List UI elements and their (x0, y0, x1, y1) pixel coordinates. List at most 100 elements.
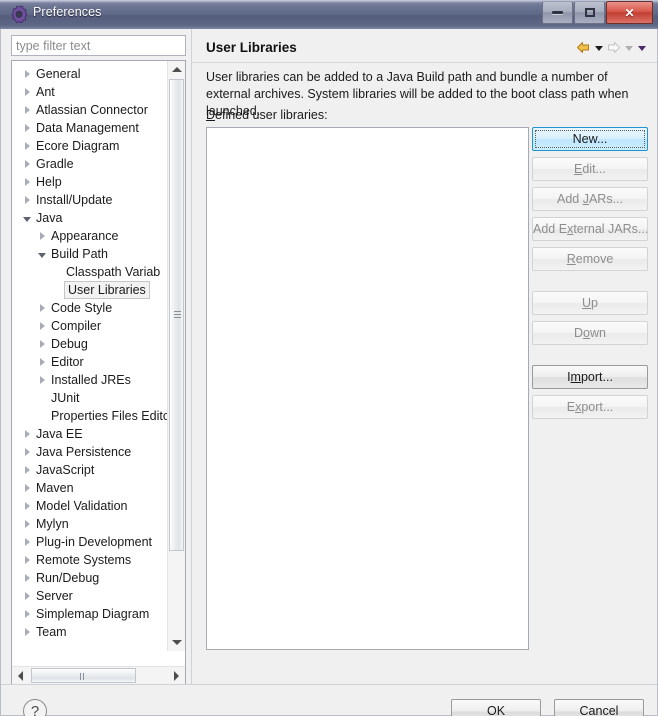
tree-item-data-management[interactable]: Data Management (12, 119, 168, 137)
tree-item-gradle[interactable]: Gradle (12, 155, 168, 173)
chevron-right-icon[interactable] (22, 137, 32, 155)
tree-item-label: Simplemap Diagram (36, 607, 150, 621)
chevron-right-icon[interactable] (22, 479, 32, 497)
chevron-right-icon[interactable] (22, 83, 32, 101)
chevron-right-icon[interactable] (22, 623, 32, 641)
chevron-right-icon[interactable] (22, 533, 32, 551)
preferences-tree[interactable]: General Ant Atlassian Connector Data Manage… (11, 60, 186, 685)
tree-item-debug[interactable]: Debug (12, 335, 168, 353)
chevron-right-icon[interactable] (22, 425, 32, 443)
defined-libraries-label: Defined user libraries: (206, 108, 328, 122)
tree-item-junit[interactable]: JUnit (12, 389, 168, 407)
chevron-right-icon[interactable] (22, 569, 32, 587)
tree-item-label: JavaScript (36, 463, 95, 477)
chevron-right-icon[interactable] (22, 461, 32, 479)
tree-item-maven[interactable]: Maven (12, 479, 168, 497)
scroll-right-button[interactable] (168, 667, 185, 684)
tree-item-properties-files-edito[interactable]: Properties Files Edito (12, 407, 168, 425)
user-libraries-list[interactable] (206, 127, 529, 650)
chevron-down-icon[interactable] (22, 209, 32, 227)
minimize-button[interactable] (542, 1, 573, 24)
view-menu-dropdown-icon[interactable] (635, 40, 648, 56)
chevron-right-icon[interactable] (22, 101, 32, 119)
new-button[interactable]: New... (532, 127, 648, 151)
tree-item-java-ee[interactable]: Java EE (12, 425, 168, 443)
button-label: Down (574, 326, 606, 340)
ok-button[interactable]: OK (451, 699, 541, 716)
tree-item-label: Mylyn (36, 517, 69, 531)
chevron-right-icon[interactable] (22, 65, 32, 83)
tree-item-help[interactable]: Help (12, 173, 168, 191)
tree-item-code-style[interactable]: Code Style (12, 299, 168, 317)
tree-item-javascript[interactable]: JavaScript (12, 461, 168, 479)
tree-item-classpath-variab[interactable]: Classpath Variab (12, 263, 168, 281)
back-dropdown-icon[interactable] (592, 40, 605, 56)
tree-item-java[interactable]: Java (12, 209, 168, 227)
tree-item-appearance[interactable]: Appearance (12, 227, 168, 245)
close-button[interactable]: ✕ (606, 1, 653, 24)
filter-input[interactable] (11, 35, 186, 56)
vertical-scroll-thumb[interactable] (169, 79, 184, 551)
tree-item-label: Model Validation (36, 499, 128, 513)
chevron-right-icon[interactable] (37, 299, 47, 317)
chevron-right-icon[interactable] (22, 497, 32, 515)
tree-item-label: Code Style (51, 301, 113, 315)
tree-item-ecore-diagram[interactable]: Ecore Diagram (12, 137, 168, 155)
chevron-right-icon[interactable] (22, 155, 32, 173)
tree-item-label: Java EE (36, 427, 83, 441)
tree-item-install-update[interactable]: Install/Update (12, 191, 168, 209)
chevron-right-icon[interactable] (22, 191, 32, 209)
help-button[interactable]: ? (23, 699, 47, 716)
tree-item-mylyn[interactable]: Mylyn (12, 515, 168, 533)
tree-item-label: Compiler (51, 319, 102, 333)
chevron-right-icon[interactable] (22, 173, 32, 191)
tree-item-label: Build Path (51, 247, 108, 261)
tree-item-remote-systems[interactable]: Remote Systems (12, 551, 168, 569)
title-bar: Preferences ✕ (0, 0, 658, 30)
chevron-right-icon[interactable] (37, 227, 47, 245)
tree-item-compiler[interactable]: Compiler (12, 317, 168, 335)
tree-item-label: Properties Files Edito (51, 409, 168, 423)
tree-item-user-libraries[interactable]: User Libraries (12, 281, 168, 299)
back-arrow-icon[interactable] (575, 40, 592, 56)
tree-item-simplemap-diagram[interactable]: Simplemap Diagram (12, 605, 168, 623)
tree-item-label: Ant (36, 85, 55, 99)
chevron-right-icon[interactable] (37, 353, 47, 371)
tree-item-atlassian-connector[interactable]: Atlassian Connector (12, 101, 168, 119)
scroll-down-button[interactable] (168, 634, 185, 651)
chevron-down-icon[interactable] (37, 245, 47, 263)
chevron-right-icon[interactable] (37, 317, 47, 335)
scroll-up-button[interactable] (168, 61, 185, 78)
tree-item-label: Classpath Variab (66, 265, 161, 279)
chevron-right-icon[interactable] (22, 605, 32, 623)
chevron-right-icon[interactable] (22, 515, 32, 533)
chevron-right-icon[interactable] (22, 551, 32, 569)
tree-item-server[interactable]: Server (12, 587, 168, 605)
chevron-right-icon[interactable] (37, 335, 47, 353)
tree-horizontal-scrollbar[interactable] (12, 666, 185, 684)
tree-item-general[interactable]: General (12, 65, 168, 83)
tree-item-build-path[interactable]: Build Path (12, 245, 168, 263)
tree-item-label: Remote Systems (36, 553, 132, 567)
horizontal-scroll-thumb[interactable] (31, 668, 136, 683)
import-button[interactable]: Import... (532, 365, 648, 389)
page-navigation (575, 39, 648, 57)
tree-item-team[interactable]: Team (12, 623, 168, 641)
tree-item-ant[interactable]: Ant (12, 83, 168, 101)
tree-item-editor[interactable]: Editor (12, 353, 168, 371)
tree-item-java-persistence[interactable]: Java Persistence (12, 443, 168, 461)
chevron-right-icon[interactable] (22, 587, 32, 605)
tree-item-model-validation[interactable]: Model Validation (12, 497, 168, 515)
cancel-button[interactable]: Cancel (554, 699, 644, 716)
tree-item-installed-jres[interactable]: Installed JREs (12, 371, 168, 389)
tree-item-run-debug[interactable]: Run/Debug (12, 569, 168, 587)
edit-button: Edit... (532, 157, 648, 181)
maximize-button[interactable] (574, 1, 605, 24)
chevron-right-icon[interactable] (22, 119, 32, 137)
chevron-right-icon[interactable] (37, 371, 47, 389)
chevron-right-icon[interactable] (22, 443, 32, 461)
page-header-separator (192, 62, 657, 63)
tree-item-plug-in-development[interactable]: Plug-in Development (12, 533, 168, 551)
tree-vertical-scrollbar[interactable] (167, 61, 185, 651)
scroll-left-button[interactable] (12, 667, 29, 684)
